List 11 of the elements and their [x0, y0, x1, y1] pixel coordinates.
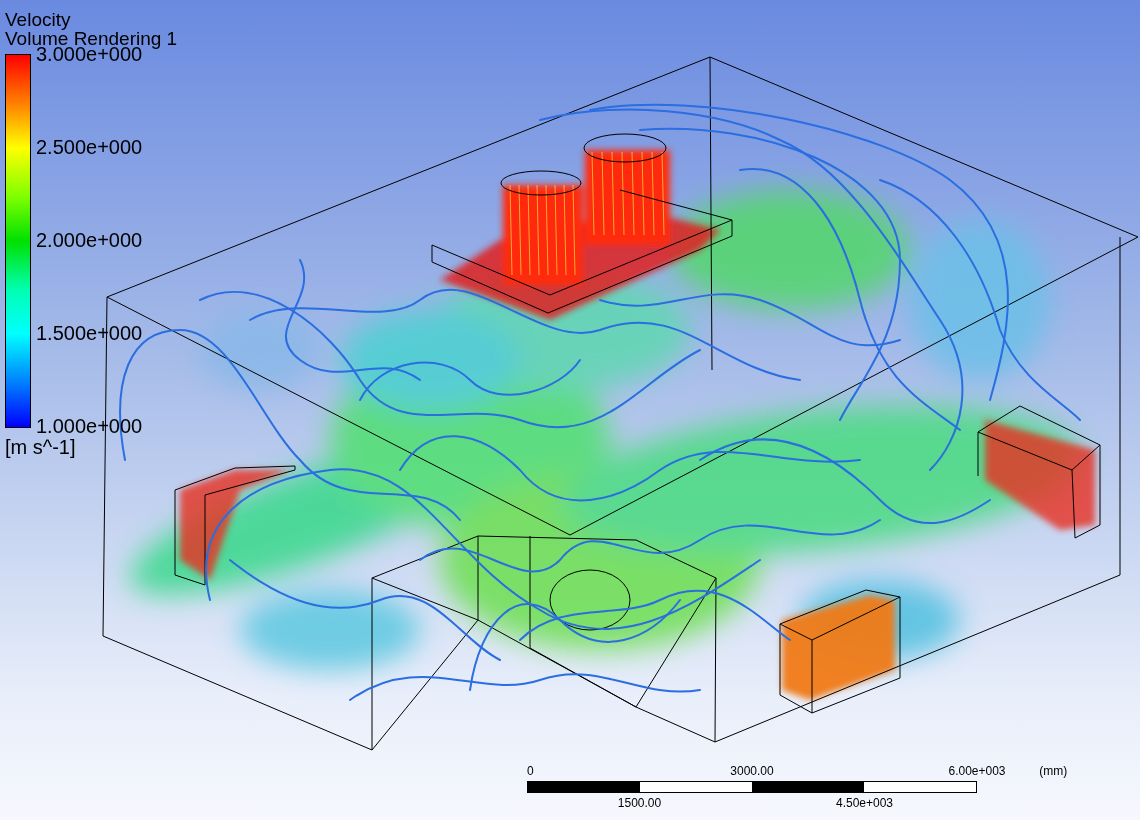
scale-label: 0	[527, 764, 534, 778]
scale-label: 3000.00	[730, 764, 774, 778]
scale-unit: (mm)	[1038, 764, 1068, 778]
legend-tick-label: 2.000e+000	[36, 229, 143, 251]
legend-unit: [m s^-1]	[5, 436, 76, 458]
scale-label: 4.50e+003	[835, 796, 894, 810]
legend-subtitle: Volume Rendering 1	[5, 29, 178, 48]
scale-label: 1500.00	[617, 796, 662, 810]
legend-tick-label: 2.500e+000	[36, 136, 143, 158]
scale-label: 6.00e+003	[948, 764, 1006, 778]
legend-title: Velocity	[5, 10, 71, 29]
